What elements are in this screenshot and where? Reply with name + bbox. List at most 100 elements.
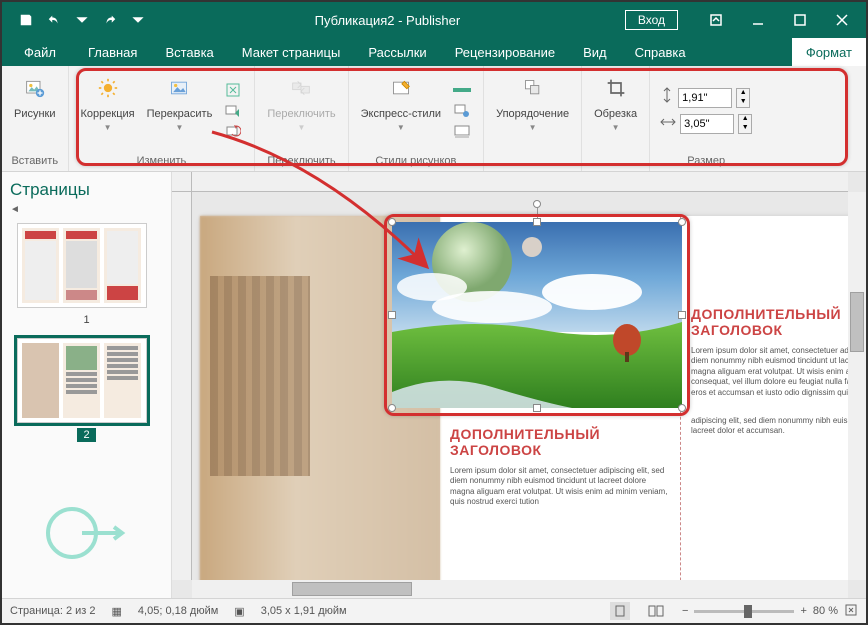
undo-button[interactable]: [42, 8, 66, 32]
zoom-in-button[interactable]: +: [800, 605, 806, 617]
close-button[interactable]: [822, 2, 862, 38]
reset-picture-button[interactable]: [222, 123, 244, 141]
dropdown-icon: ▼: [104, 123, 112, 133]
title-bar: Публикация2 - Publisher Вход: [2, 2, 866, 38]
picture-icon: [19, 72, 51, 104]
selected-picture[interactable]: [392, 222, 682, 408]
zoom-percent[interactable]: 80 %: [813, 605, 838, 617]
fit-page-button[interactable]: [844, 603, 858, 620]
width-input[interactable]: [680, 114, 734, 134]
resize-handle[interactable]: [533, 218, 541, 226]
picture-caption-button[interactable]: [451, 123, 473, 141]
recolor-button[interactable]: Перекрасить ▼: [141, 68, 219, 153]
ribbon: Рисунки Вставить Коррекция ▼ Перекрасить…: [2, 66, 866, 172]
tab-review[interactable]: Рецензирование: [441, 38, 569, 66]
landscape-image: [392, 222, 682, 408]
corrections-button[interactable]: Коррекция ▼: [75, 68, 141, 153]
swap-icon: [285, 72, 317, 104]
single-page-view-button[interactable]: [610, 602, 630, 620]
page-column-right: ДОПОЛНИТЕЛЬНЫЙ ЗАГОЛОВОК Lorem ipsum dol…: [680, 216, 848, 580]
horizontal-ruler: [192, 172, 848, 192]
ribbon-group-switch: Переключить ▼ Переключить: [255, 66, 348, 171]
rotate-handle[interactable]: [533, 200, 541, 208]
change-picture-button[interactable]: [222, 102, 244, 120]
page-thumb-1[interactable]: 1: [17, 223, 157, 328]
resize-handle[interactable]: [388, 218, 396, 226]
height-icon: [660, 87, 674, 108]
arrange-icon: [517, 72, 549, 104]
maximize-button[interactable]: [780, 2, 820, 38]
zoom-control: − + 80 %: [682, 603, 858, 620]
scroll-thumb[interactable]: [850, 292, 864, 352]
window-title: Публикация2 - Publisher: [150, 13, 625, 28]
dropdown-icon: ▼: [176, 123, 184, 133]
workspace: Страницы ◄ 1 2: [2, 172, 866, 598]
scroll-thumb[interactable]: [292, 582, 412, 596]
width-icon: [660, 115, 676, 134]
height-spinner[interactable]: ▲▼: [736, 88, 750, 108]
ruler-corner: [172, 172, 192, 192]
ribbon-group-change: Коррекция ▼ Перекрасить ▼ Изменить: [69, 66, 256, 171]
resize-handle[interactable]: [678, 218, 686, 226]
status-bar: Страница: 2 из 2 ▦ 4,05; 0,18 дюйм ▣ 3,0…: [2, 598, 866, 623]
sign-in-button[interactable]: Вход: [625, 10, 678, 30]
tab-file[interactable]: Файл: [6, 38, 74, 66]
picture-border-button[interactable]: [451, 81, 473, 99]
two-page-view-button[interactable]: [646, 602, 666, 620]
tab-home[interactable]: Главная: [74, 38, 151, 66]
collapse-icon[interactable]: ◄: [10, 204, 163, 215]
document-viewport[interactable]: ДОПОЛНИТЕЛЬНЫЙ ЗАГОЛОВОК Lorem ipsum dol…: [192, 192, 848, 580]
zoom-out-button[interactable]: −: [682, 605, 688, 617]
ribbon-group-crop: Обрезка ▼: [582, 66, 650, 171]
size-icon: ▣: [234, 605, 244, 618]
canvas-area[interactable]: ДОПОЛНИТЕЛЬНЫЙ ЗАГОЛОВОК Lorem ipsum dol…: [172, 172, 866, 598]
resize-handle[interactable]: [533, 404, 541, 412]
switch-button: Переключить ▼: [261, 68, 341, 153]
tab-mailings[interactable]: Рассылки: [354, 38, 440, 66]
ribbon-group-size: ▲▼ ▲▼ Размер: [650, 66, 762, 171]
ribbon-group-arrange: Упорядочение ▼: [484, 66, 582, 171]
resize-handle[interactable]: [388, 311, 396, 319]
status-page: Страница: 2 из 2: [10, 605, 96, 617]
pictures-button[interactable]: Рисунки: [8, 68, 62, 153]
styles-icon: [385, 72, 417, 104]
status-size: 3,05 x 1,91 дюйм: [261, 605, 347, 617]
dropdown-icon: ▼: [612, 123, 620, 133]
status-position: 4,05; 0,18 дюйм: [138, 605, 218, 617]
vertical-ruler: [172, 192, 192, 580]
height-input[interactable]: [678, 88, 732, 108]
resize-handle[interactable]: [678, 404, 686, 412]
vertical-scrollbar[interactable]: [848, 192, 866, 580]
pages-panel-title: Страницы: [10, 180, 163, 200]
ribbon-tabs: Файл Главная Вставка Макет страницы Расс…: [2, 38, 866, 66]
zoom-slider[interactable]: [694, 610, 794, 613]
tab-format[interactable]: Формат: [792, 38, 866, 66]
crop-icon: [600, 72, 632, 104]
width-spinner[interactable]: ▲▼: [738, 114, 752, 134]
ribbon-options-button[interactable]: [696, 2, 736, 38]
tab-pagelayout[interactable]: Макет страницы: [228, 38, 355, 66]
pages-panel: Страницы ◄ 1 2: [2, 172, 172, 598]
tab-insert[interactable]: Вставка: [151, 38, 227, 66]
page-thumb-2[interactable]: 2: [17, 338, 157, 443]
brightness-icon: [92, 72, 124, 104]
tab-help[interactable]: Справка: [621, 38, 701, 66]
horizontal-scrollbar[interactable]: [192, 580, 848, 598]
qat-customize-icon[interactable]: [126, 8, 150, 32]
express-styles-button[interactable]: Экспресс-стили ▼: [355, 68, 447, 153]
redo-button[interactable]: [98, 8, 122, 32]
tab-view[interactable]: Вид: [569, 38, 621, 66]
dropdown-icon: ▼: [298, 123, 306, 133]
resize-handle[interactable]: [388, 404, 396, 412]
picture-shape-button[interactable]: [451, 102, 473, 120]
arrange-button[interactable]: Упорядочение ▼: [490, 68, 575, 153]
ribbon-group-picture-styles: Экспресс-стили ▼ Стили рисунков: [349, 66, 484, 171]
save-button[interactable]: [14, 8, 38, 32]
resize-handle[interactable]: [678, 311, 686, 319]
undo-more-icon[interactable]: [70, 8, 94, 32]
picture-recolor-icon: [163, 72, 195, 104]
dropdown-icon: ▼: [397, 123, 405, 133]
compress-pictures-button[interactable]: [222, 81, 244, 99]
minimize-button[interactable]: [738, 2, 778, 38]
crop-button[interactable]: Обрезка ▼: [588, 68, 643, 153]
